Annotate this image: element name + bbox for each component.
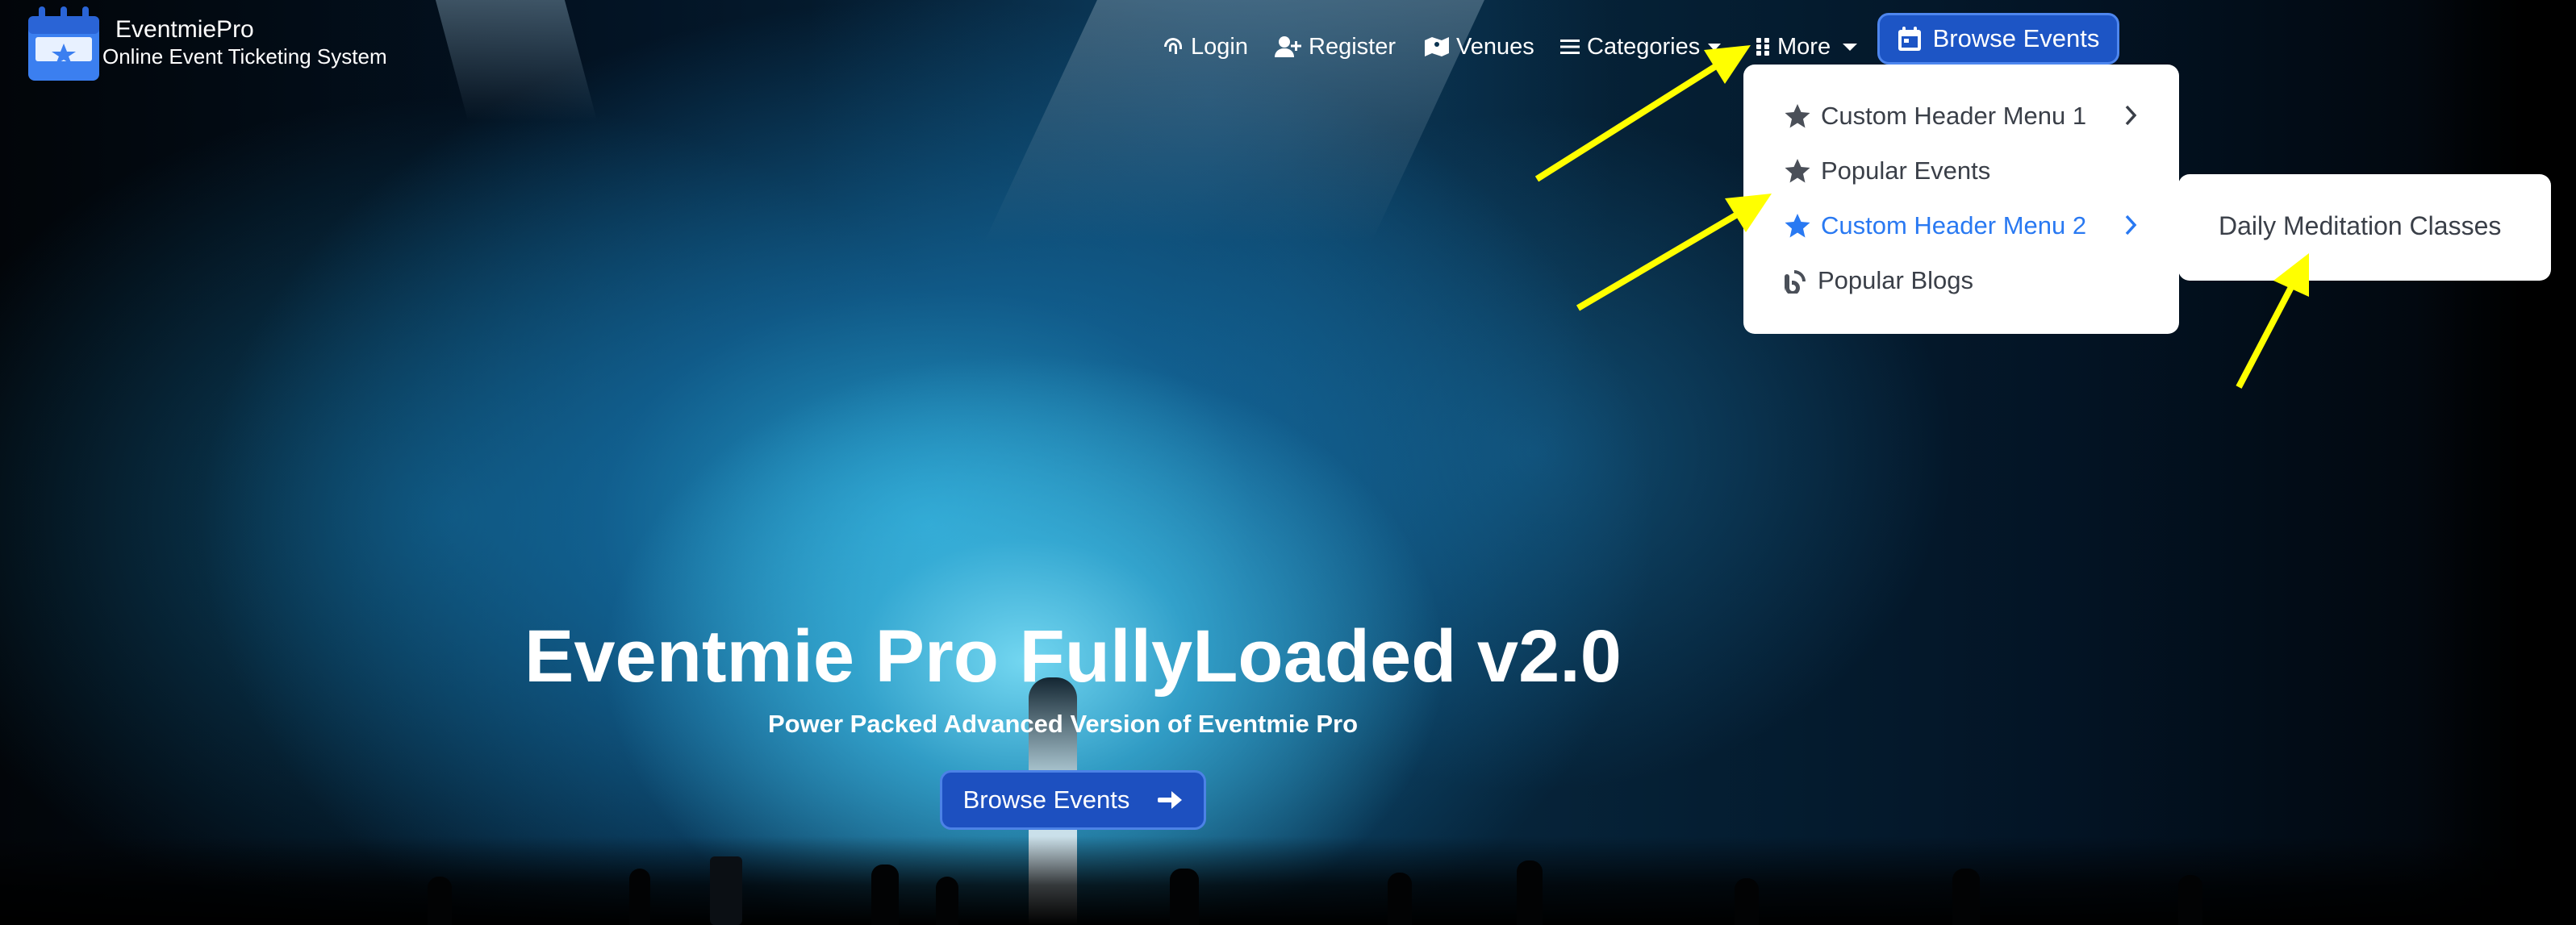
more-dropdown-menu: Custom Header Menu 1 Popular Events Cust… — [1743, 65, 2179, 334]
blog-icon — [1785, 270, 1806, 294]
nav-more[interactable]: More — [1755, 34, 1860, 60]
brand-name[interactable]: EventmiePro — [115, 16, 387, 44]
hero-browse-events-button[interactable]: Browse Events — [940, 770, 1206, 830]
map-icon — [1425, 37, 1449, 56]
nav-register-label: Register — [1309, 33, 1396, 60]
star-icon — [1785, 159, 1810, 183]
hero-title: Eventmie Pro FullyLoaded v2.0 — [524, 615, 1622, 698]
arrow-right-icon — [1158, 791, 1183, 809]
nav-more-label: More — [1777, 33, 1831, 60]
caret-down-icon — [1708, 44, 1722, 51]
hero-cta-label: Browse Events — [962, 785, 1130, 814]
menu-item-custom-header-2[interactable]: Custom Header Menu 2 — [1784, 211, 2086, 240]
menu-item-popular-blogs[interactable]: Popular Blogs — [1782, 266, 1973, 295]
grid-dots-icon — [1756, 38, 1769, 56]
menu-item-label: Custom Header Menu 2 — [1821, 211, 2087, 240]
calendar-icon — [1898, 27, 1921, 51]
menu-item-label: Popular Events — [1821, 156, 1991, 185]
hero-subtitle: Power Packed Advanced Version of Eventmi… — [768, 710, 1359, 738]
submenu-item-daily-meditation[interactable]: Daily Meditation Classes — [2219, 211, 2501, 241]
right-shadow — [2415, 0, 2576, 925]
star-icon — [1785, 104, 1810, 128]
user-plus-icon — [1275, 36, 1301, 57]
nav-login[interactable]: Login — [1162, 34, 1248, 60]
nav-register[interactable]: Register — [1275, 34, 1396, 60]
browse-events-button[interactable]: Browse Events — [1877, 13, 2119, 65]
nav-categories[interactable]: Categories — [1559, 34, 1722, 60]
brand[interactable]: EventmiePro Online Event Ticketing Syste… — [102, 16, 387, 69]
star-icon — [1785, 214, 1810, 238]
nav-categories-label: Categories — [1587, 33, 1701, 60]
menu-item-popular-events[interactable]: Popular Events — [1784, 156, 1990, 185]
chevron-right-icon — [2125, 215, 2137, 235]
chevron-right-icon — [2125, 105, 2137, 126]
crowd-silhouette — [0, 836, 2576, 925]
nav-venues[interactable]: Venues — [1424, 34, 1534, 60]
menu-item-label: Custom Header Menu 1 — [1821, 102, 2087, 130]
menu-lines-icon — [1560, 40, 1580, 54]
browse-events-label: Browse Events — [1932, 24, 2100, 52]
caret-down-icon — [1843, 44, 1858, 51]
menu-item-label: Popular Blogs — [1818, 266, 1974, 294]
nav-login-label: Login — [1191, 33, 1248, 60]
custom-header-2-submenu: Daily Meditation Classes — [2178, 174, 2551, 281]
fingerprint-icon — [1164, 38, 1182, 54]
nav-venues-label: Venues — [1456, 33, 1534, 60]
brand-logo-icon[interactable] — [26, 5, 102, 82]
menu-item-custom-header-1[interactable]: Custom Header Menu 1 — [1784, 102, 2086, 131]
brand-tagline: Online Event Ticketing System — [102, 44, 387, 69]
